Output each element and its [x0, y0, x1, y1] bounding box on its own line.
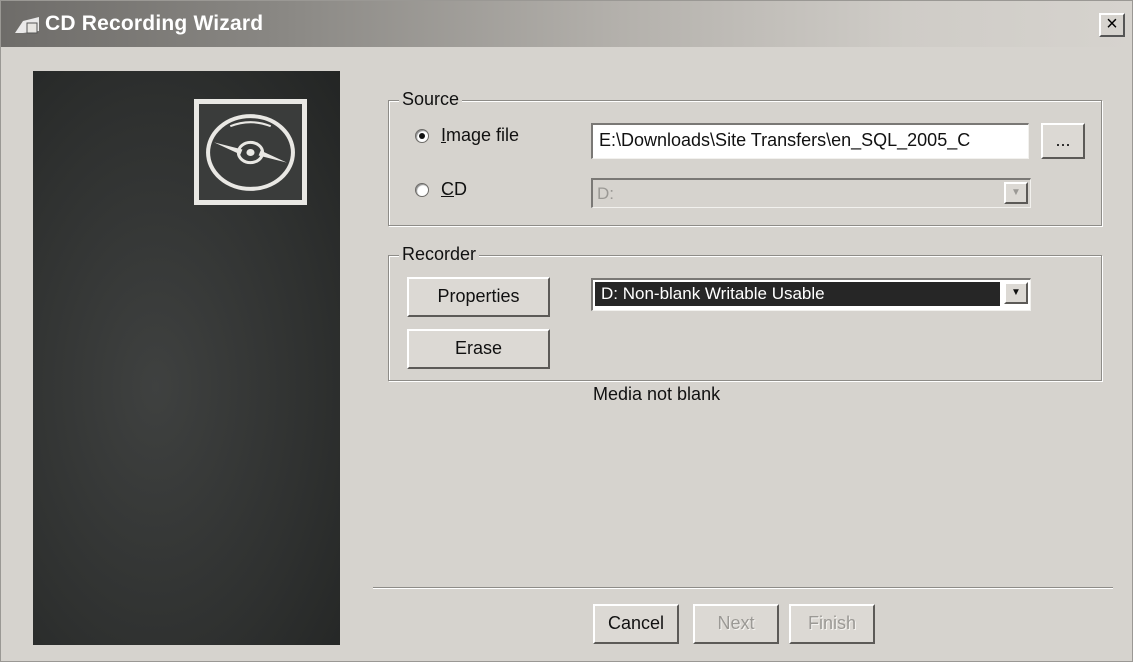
properties-button-label: Properties: [437, 286, 520, 306]
browse-button[interactable]: ...: [1041, 123, 1085, 159]
footer-separator: [373, 587, 1113, 589]
cd-label: CD: [441, 179, 467, 199]
media-status-text: Media not blank: [593, 384, 721, 404]
image-file-radio[interactable]: Image file: [415, 125, 519, 146]
chevron-down-icon: ▼: [1004, 282, 1028, 304]
image-file-radio-indicator: [415, 128, 429, 143]
recorder-group-label: Recorder: [399, 244, 480, 265]
close-button[interactable]: ×: [1099, 13, 1125, 37]
cd-radio-indicator: [415, 182, 429, 197]
cd-disc-icon: [194, 99, 307, 205]
cd-drive-value: D:: [597, 184, 614, 203]
cd-drive-select[interactable]: D: ▼: [591, 178, 1031, 208]
recorder-select-value: D: Non-blank Writable Usable: [595, 282, 1000, 306]
erase-button-label: Erase: [454, 338, 503, 358]
image-path-field[interactable]: E:\Downloads\Site Transfers\en_SQL_2005_…: [591, 123, 1029, 159]
cd-radio[interactable]: CD: [415, 179, 467, 200]
cancel-button-label: Cancel: [607, 613, 665, 633]
properties-button[interactable]: Properties: [407, 277, 550, 317]
title-bar[interactable]: CD Recording Wizard ×: [1, 1, 1132, 47]
image-file-label: Image file: [441, 125, 520, 145]
close-icon: ×: [1106, 13, 1118, 35]
chevron-down-icon: ▼: [1004, 182, 1028, 204]
source-group-label: Source: [399, 89, 463, 110]
browse-button-label: ...: [1055, 130, 1071, 150]
erase-button[interactable]: Erase: [407, 329, 550, 369]
cd-recording-wizard-window: CD Recording Wizard × Source Image file …: [0, 0, 1133, 662]
finish-button[interactable]: Finish: [789, 604, 875, 644]
next-button[interactable]: Next: [693, 604, 779, 644]
next-button-label: Next: [717, 613, 755, 633]
cd-wizard-icon: [13, 15, 41, 35]
recorder-select[interactable]: D: Non-blank Writable Usable ▼: [591, 278, 1031, 311]
window-title: CD Recording Wizard: [45, 12, 264, 35]
cancel-button[interactable]: Cancel: [593, 604, 679, 644]
finish-button-label: Finish: [807, 613, 856, 633]
